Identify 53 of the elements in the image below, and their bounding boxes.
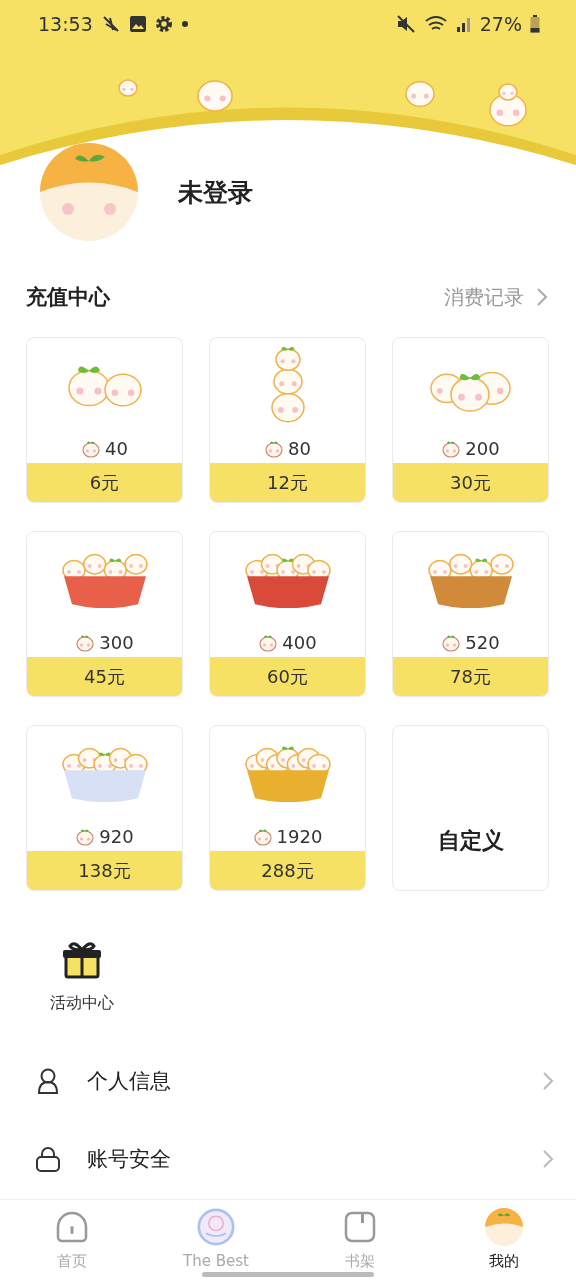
gift-icon [61, 941, 103, 981]
recharge-package-card[interactable]: 400 60元 [209, 531, 366, 697]
battery-percentage: 27% [479, 13, 522, 35]
price-label: 78元 [393, 657, 548, 696]
avatar[interactable] [40, 143, 138, 241]
clock-time: 13:53 [38, 13, 93, 35]
section-title: 充值中心 [26, 284, 110, 311]
recharge-package-card[interactable]: 920 138元 [26, 725, 183, 891]
dot-icon [180, 20, 189, 28]
coin-amount: 520 [465, 631, 500, 653]
username: 未登录 [178, 176, 253, 209]
settings-icon [154, 15, 173, 33]
chevron-right-icon [536, 287, 548, 307]
coin-amount: 1920 [276, 825, 323, 847]
activity-center-button[interactable]: 活动中心 [50, 941, 114, 1014]
recharge-package-card[interactable]: 300 45元 [26, 531, 183, 697]
coin-amount: 40 [105, 437, 128, 459]
custom-amount-card[interactable]: 自定义 [392, 725, 549, 891]
menu-item[interactable]: 个人信息 [0, 1042, 576, 1120]
custom-amount-label: 自定义 [437, 827, 504, 855]
menu-item[interactable]: 账号安全 [0, 1120, 576, 1198]
coin-amount: 400 [282, 631, 317, 653]
price-label: 12元 [210, 463, 365, 502]
badge-icon [195, 1208, 237, 1246]
dumpling-mascot-drawing [489, 83, 527, 127]
battery-icon [530, 15, 540, 33]
chevron-right-icon [542, 1071, 554, 1091]
lock-icon [36, 1146, 60, 1172]
price-label: 45元 [27, 657, 182, 696]
recharge-package-card[interactable]: 200 30元 [392, 337, 549, 503]
recharge-package-card[interactable]: 80 12元 [209, 337, 366, 503]
nav-tab[interactable]: 我的 [432, 1200, 576, 1280]
coin-amount: 300 [99, 631, 134, 653]
price-label: 60元 [210, 657, 365, 696]
dumpling-mascot-drawing [197, 80, 233, 112]
person-icon [36, 1068, 60, 1094]
price-label: 288元 [210, 851, 365, 890]
avatar-icon [483, 1208, 525, 1246]
coin-amount: 200 [465, 437, 500, 459]
recharge-package-card[interactable]: 1920 288元 [209, 725, 366, 891]
dumpling-mascot-drawing [405, 80, 435, 108]
price-label: 30元 [393, 463, 548, 502]
chevron-right-icon [542, 1149, 554, 1169]
recharge-package-card[interactable]: 520 78元 [392, 531, 549, 697]
dumpling-mascot-drawing [118, 79, 138, 97]
price-label: 6元 [27, 463, 182, 502]
home-indicator[interactable] [202, 1272, 374, 1277]
signal-icon [455, 15, 472, 33]
coin-amount: 920 [99, 825, 134, 847]
price-label: 138元 [27, 851, 182, 890]
mute-icon [395, 14, 416, 34]
recharge-package-card[interactable]: 40 6元 [26, 337, 183, 503]
coin-amount: 80 [288, 437, 311, 459]
